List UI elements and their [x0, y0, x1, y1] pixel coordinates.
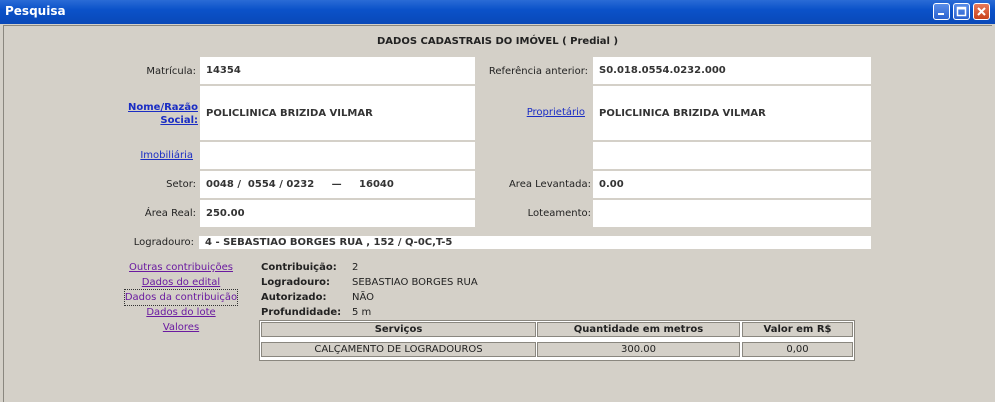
table-cell-valor: 0,00: [742, 342, 853, 357]
matricula-label: Matrícula:: [146, 66, 196, 77]
table-header-servicos: Serviços: [261, 322, 536, 337]
imobiliaria-link-wrap[interactable]: Imobiliária: [100, 150, 193, 161]
proprietario-field: POLICLINICA BRIZIDA VILMAR: [593, 86, 871, 140]
profundidade-label: Profundidade:: [261, 307, 342, 318]
maximize-icon: [956, 6, 967, 17]
contribuicao-value: 2: [352, 262, 359, 273]
area-levantada-label: Area Levantada:: [508, 179, 591, 190]
matricula-field: 14354: [200, 57, 475, 84]
table-cell-quantidade: 300.00: [537, 342, 740, 357]
nome-field: POLICLINICA BRIZIDA VILMAR: [200, 86, 475, 140]
profundidade-value: 5 m: [352, 307, 372, 318]
minimize-icon: [938, 13, 944, 15]
imobiliaria-link[interactable]: Imobiliária: [140, 150, 193, 161]
nome-link[interactable]: Nome/Razão Social:: [100, 101, 198, 127]
title-bar[interactable]: Pesquisa: [0, 0, 995, 24]
link-valores[interactable]: Valores: [120, 320, 242, 335]
table-header-quantidade: Quantidade em metros: [537, 322, 740, 337]
loteamento-field: [593, 200, 871, 227]
contrib-logradouro-value: SEBASTIAO BORGES RUA: [352, 277, 478, 288]
area-real-field: 250.00: [200, 200, 475, 227]
logradouro-label: Logradouro:: [133, 237, 194, 248]
link-dados-edital[interactable]: Dados do edital: [120, 275, 242, 290]
contrib-logradouro-label: Logradouro:: [261, 277, 331, 288]
imobiliaria-right-field: [593, 142, 871, 169]
referencia-label: Referência anterior:: [488, 66, 588, 77]
link-dados-lote[interactable]: Dados do lote: [120, 305, 242, 320]
link-outras-contribuicoes[interactable]: Outras contribuições: [120, 260, 242, 275]
contribution-info: Contribuição: 2 Logradouro: SEBASTIAO BORG…: [261, 260, 478, 320]
close-icon: [977, 7, 986, 16]
link-dados-contribuicao[interactable]: Dados da contribuição: [123, 289, 239, 306]
autorizado-label: Autorizado:: [261, 292, 327, 303]
nome-link-line1[interactable]: Nome/Razão: [128, 102, 198, 113]
nome-link-line2[interactable]: Social:: [160, 115, 198, 126]
proprietario-link[interactable]: Proprietário: [527, 107, 585, 118]
loteamento-label: Loteamento:: [527, 208, 591, 219]
side-links: Outras contribuições Dados do edital Dad…: [120, 260, 242, 335]
page-title: DADOS CADASTRAIS DO IMÓVEL ( Predial ): [376, 36, 619, 47]
minimize-button[interactable]: [933, 3, 950, 20]
contribuicao-label: Contribuição:: [261, 262, 337, 273]
setor-field: 0048 / 0554 / 0232 — 16040: [200, 171, 475, 198]
setor-label: Setor:: [166, 179, 196, 190]
area-real-label: Área Real:: [144, 208, 196, 219]
area-levantada-field: 0.00: [593, 171, 871, 198]
table-header-valor: Valor em R$: [742, 322, 853, 337]
maximize-button[interactable]: [953, 3, 970, 20]
table-cell-servico: CALÇAMENTO DE LOGRADOUROS: [261, 342, 536, 357]
logradouro-field: 4 - SEBASTIAO BORGES RUA , 152 / Q-0C,T-…: [199, 236, 871, 249]
window-title: Pesquisa: [5, 4, 66, 18]
search-window: Pesquisa DADOS CADASTRAIS DO IMÓVEL ( Pr…: [0, 0, 995, 402]
close-button[interactable]: [973, 3, 990, 20]
referencia-field: S0.018.0554.0232.000: [593, 57, 871, 84]
imobiliaria-field: [200, 142, 475, 169]
proprietario-link-wrap[interactable]: Proprietário: [460, 107, 585, 118]
autorizado-value: NÃO: [352, 292, 375, 303]
